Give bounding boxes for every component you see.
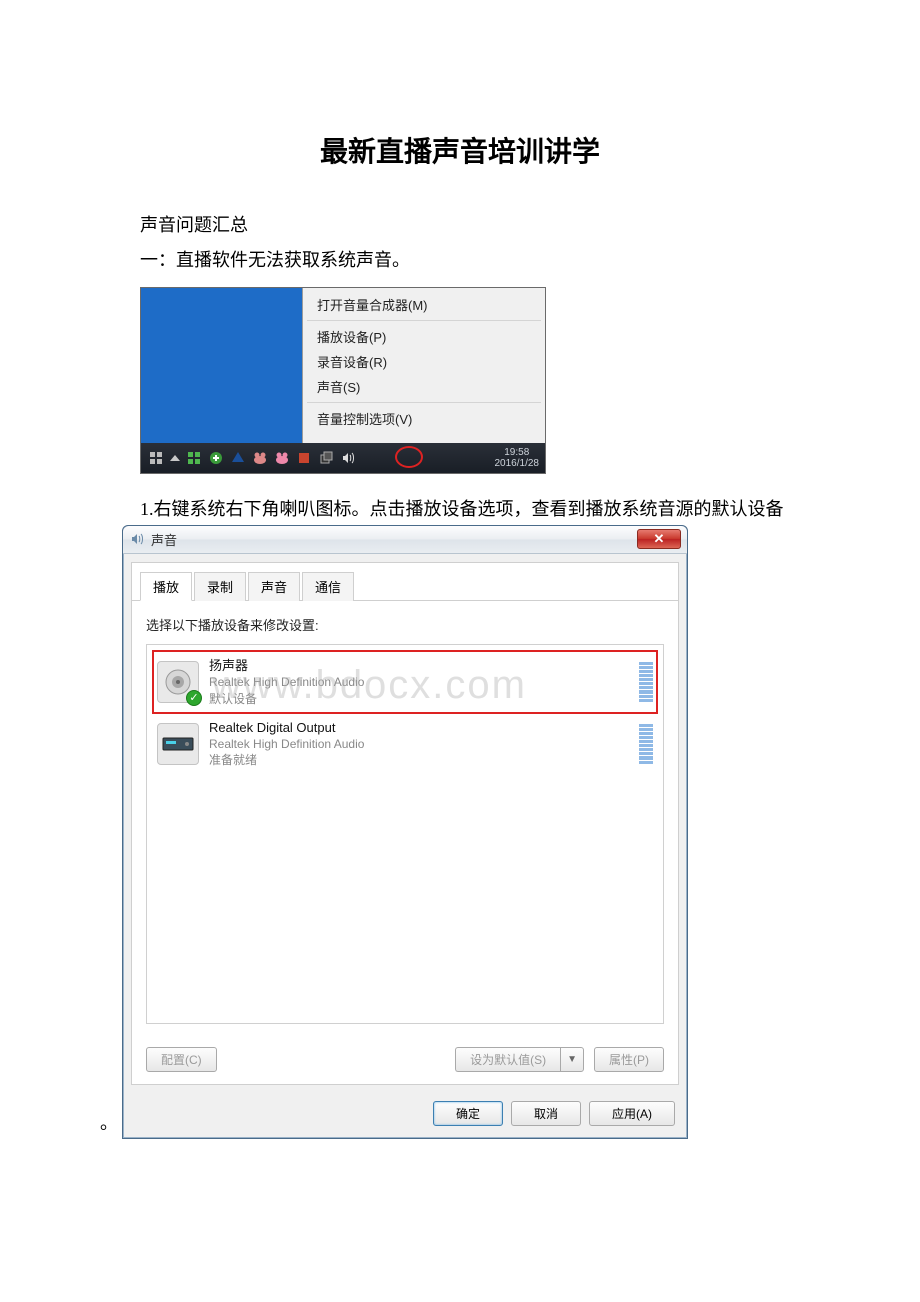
tray-icon[interactable] xyxy=(251,449,269,467)
sound-dialog: 声音 ✕ 播放 录制 声音 通信 选择以下播放设备来修改设置: www.bdoc… xyxy=(122,525,688,1139)
paragraph-3: 1.右键系统右下角喇叭图标。点击播放设备选项，查看到播放系统音源的默认设备 xyxy=(140,494,820,525)
device-driver: Realtek High Definition Audio xyxy=(209,674,629,690)
digital-device-icon xyxy=(157,723,199,765)
context-menu: 打开音量合成器(M) 播放设备(P) 录音设备(R) 声音(S) 音量控制选项(… xyxy=(302,288,545,443)
document-title: 最新直播声音培训讲学 xyxy=(100,130,820,170)
paragraph-1: 声音问题汇总 xyxy=(140,210,820,241)
separator xyxy=(307,320,541,321)
cancel-button[interactable]: 取消 xyxy=(511,1101,581,1126)
level-meter xyxy=(639,724,653,764)
tab-strip: 播放 录制 声音 通信 xyxy=(132,563,678,601)
set-default-button[interactable]: 设为默认值(S) xyxy=(455,1047,560,1072)
speaker-device-icon: ✓ xyxy=(157,661,199,703)
device-list: www.bdocx.com ✓ 扬声器 Realtek High Definit… xyxy=(146,644,664,1024)
speaker-highlight-circle xyxy=(395,446,423,468)
tray-expand-icon[interactable] xyxy=(170,455,180,461)
dialog-title: 声音 xyxy=(151,530,177,549)
tab-recording[interactable]: 录制 xyxy=(194,572,246,601)
tray-icon[interactable] xyxy=(185,449,203,467)
menu-item-volume-options[interactable]: 音量控制选项(V) xyxy=(303,406,545,431)
tray-icon[interactable] xyxy=(207,449,225,467)
separator xyxy=(307,402,541,403)
desktop-area xyxy=(141,288,302,443)
device-name: Realtek Digital Output xyxy=(209,719,629,737)
menu-item-volume-mixer[interactable]: 打开音量合成器(M) xyxy=(303,292,545,317)
ok-button[interactable]: 确定 xyxy=(433,1101,503,1126)
instruction-text: 选择以下播放设备来修改设置: xyxy=(146,615,664,634)
taskbar: 19:58 2016/1/28 xyxy=(141,443,545,473)
device-item-speakers[interactable]: ✓ 扬声器 Realtek High Definition Audio 默认设备 xyxy=(153,651,657,713)
menu-item-playback[interactable]: 播放设备(P) xyxy=(303,324,545,349)
clock-time: 19:58 xyxy=(495,447,540,458)
device-name: 扬声器 xyxy=(209,657,629,675)
tray-icon[interactable] xyxy=(229,449,247,467)
properties-button[interactable]: 属性(P) xyxy=(594,1047,664,1072)
menu-item-recording[interactable]: 录音设备(R) xyxy=(303,349,545,374)
taskbar-clock[interactable]: 19:58 2016/1/28 xyxy=(495,447,542,469)
menu-item-sounds[interactable]: 声音(S) xyxy=(303,374,545,399)
period: 。 xyxy=(100,1109,118,1135)
tray-icon[interactable] xyxy=(273,449,291,467)
device-status: 默认设备 xyxy=(209,691,629,707)
device-driver: Realtek High Definition Audio xyxy=(209,736,629,752)
set-default-split-button[interactable]: 设为默认值(S) ▼ xyxy=(455,1047,584,1072)
paragraph-2: 一：直播软件无法获取系统声音。 xyxy=(140,245,820,276)
speaker-icon xyxy=(129,531,145,547)
tray-icon[interactable] xyxy=(147,449,165,467)
chevron-down-icon[interactable]: ▼ xyxy=(560,1047,584,1072)
close-button[interactable]: ✕ xyxy=(637,529,681,549)
tab-sounds[interactable]: 声音 xyxy=(248,572,300,601)
tab-playback[interactable]: 播放 xyxy=(140,572,192,601)
default-check-icon: ✓ xyxy=(186,690,202,706)
device-item-digital[interactable]: Realtek Digital Output Realtek High Defi… xyxy=(153,713,657,775)
device-status: 准备就绪 xyxy=(209,752,629,768)
apply-button[interactable]: 应用(A) xyxy=(589,1101,675,1126)
tray-icon[interactable] xyxy=(317,449,335,467)
screenshot-1: 打开音量合成器(M) 播放设备(P) 录音设备(R) 声音(S) 音量控制选项(… xyxy=(140,287,820,474)
clock-date: 2016/1/28 xyxy=(495,458,540,469)
level-meter xyxy=(639,662,653,702)
speaker-tray-icon[interactable] xyxy=(339,449,357,467)
tab-communications[interactable]: 通信 xyxy=(302,572,354,601)
configure-button[interactable]: 配置(C) xyxy=(146,1047,217,1072)
dialog-titlebar: 声音 ✕ xyxy=(123,526,687,554)
tray-icon[interactable] xyxy=(295,449,313,467)
